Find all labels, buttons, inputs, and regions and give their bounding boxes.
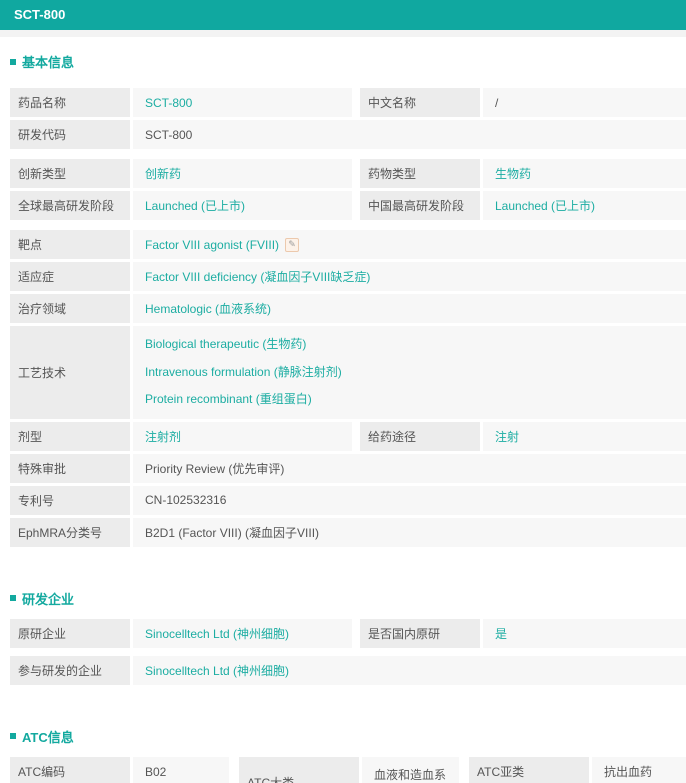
field-label: 特殊审批: [10, 453, 130, 483]
table-row-target: 靶点 Factor VIII agonist (FVIII) ✎: [10, 230, 686, 259]
field-label: ATC大类: [239, 756, 359, 783]
field-value: Sinocelltech Ltd (神州细胞): [133, 655, 686, 685]
patent-number-value: CN-102532316: [145, 493, 227, 507]
table-row-originator: 原研企业 Sinocelltech Ltd (神州细胞) 是否国内原研 是: [10, 618, 686, 648]
field-label: 治疗领域: [10, 294, 130, 323]
originator-company-link[interactable]: Sinocelltech Ltd (神州细胞): [145, 625, 289, 642]
field-label: 中国最高研发阶段: [360, 191, 480, 220]
field-value: 注射: [483, 421, 686, 451]
field-value: 生物药: [483, 159, 686, 188]
table-row-patent: 专利号 CN-102532316: [10, 485, 686, 515]
field-label: 靶点: [10, 230, 130, 259]
table-row-indication: 适应症 Factor VIII deficiency (凝血因子VIII缺乏症): [10, 262, 686, 291]
field-value: Biological therapeutic (生物药) Intravenous…: [133, 326, 686, 419]
atc-class-value: 血液和造血系统用药: [374, 767, 447, 782]
table-row-innovation-type: 创新类型 创新药 药物类型 生物药: [10, 159, 686, 188]
field-label: 研发代码: [10, 120, 130, 149]
ephmra-code-value: B2D1 (Factor VIII) (凝血因子VIII): [145, 525, 320, 540]
edit-icon[interactable]: ✎: [285, 237, 300, 252]
field-label: 药物类型: [360, 159, 480, 188]
section-bullet-icon: [10, 733, 16, 739]
section-title-atc: ATC信息: [10, 727, 686, 746]
admin-route-link[interactable]: 注射: [495, 428, 519, 445]
special-review-value: Priority Review (优先审评): [145, 461, 285, 476]
table-row-technology: 工艺技术 Biological therapeutic (生物药) Intrav…: [10, 326, 686, 419]
section-bullet-icon: [10, 595, 16, 601]
table-row-participants: 参与研发的企业 Sinocelltech Ltd (神州细胞): [10, 655, 686, 685]
field-label: 适应症: [10, 262, 130, 291]
field-label: 创新类型: [10, 159, 130, 188]
field-value: SCT-800: [133, 120, 686, 149]
field-value: 注射剂: [133, 421, 352, 451]
field-value: Launched (已上市): [483, 191, 686, 220]
field-label: 工艺技术: [10, 326, 130, 419]
global-stage-link[interactable]: Launched (已上市): [145, 197, 245, 214]
field-label: 是否国内原研: [360, 618, 480, 648]
technology-link[interactable]: Intravenous formulation (静脉注射剂): [145, 365, 342, 379]
field-label: ATC亚类: [469, 756, 589, 783]
field-value: Launched (已上市): [133, 191, 352, 220]
field-value: Sinocelltech Ltd (神州细胞): [133, 618, 352, 648]
section-bullet-icon: [10, 58, 16, 65]
drug-name-link[interactable]: SCT-800: [145, 96, 192, 110]
therapy-area-link[interactable]: Hematologic (血液系统): [145, 300, 271, 317]
drug-detail-panel: 基本信息 药品名称 SCT-800 中文名称 / 研发代码 SCT-800 创新…: [0, 52, 686, 783]
dosage-form-link[interactable]: 注射剂: [145, 428, 181, 445]
indication-link[interactable]: Factor VIII deficiency (凝血因子VIII缺乏症): [145, 268, 370, 285]
field-label: 药品名称: [10, 88, 130, 117]
field-value: Hematologic (血液系统): [133, 294, 686, 323]
technology-link[interactable]: Protein recombinant (重组蛋白): [145, 392, 312, 406]
field-label: 剂型: [10, 421, 130, 451]
section-title-text: 研发企业: [22, 591, 75, 607]
section-title-basic: 基本信息: [10, 52, 686, 71]
field-label: 中文名称: [360, 88, 480, 117]
china-stage-link[interactable]: Launched (已上市): [495, 197, 595, 214]
field-value: 是: [483, 618, 686, 648]
field-value: B02: [133, 756, 229, 783]
field-value: CN-102532316: [133, 485, 686, 515]
field-value: SCT-800: [133, 88, 352, 117]
table-row-drug-name: 药品名称 SCT-800 中文名称 /: [10, 88, 686, 117]
technology-link[interactable]: Biological therapeutic (生物药): [145, 337, 306, 351]
section-title-text: ATC信息: [22, 729, 74, 745]
field-value: /: [483, 88, 686, 117]
field-label: 给药途径: [360, 421, 480, 451]
page-title: SCT-800: [14, 7, 66, 22]
target-link[interactable]: Factor VIII agonist (FVIII): [145, 238, 279, 252]
table-row-ephmra: EphMRA分类号 B2D1 (Factor VIII) (凝血因子VIII): [10, 517, 686, 547]
field-value: Factor VIII deficiency (凝血因子VIII缺乏症): [133, 262, 686, 291]
innovation-type-link[interactable]: 创新药: [145, 165, 181, 182]
field-label: 专利号: [10, 485, 130, 515]
dev-code-value: SCT-800: [145, 127, 193, 142]
atc-subclass-value: 抗出血药: [604, 765, 653, 779]
atc-code-value: B02: [145, 764, 167, 779]
section-title-companies: 研发企业: [10, 589, 686, 608]
field-value: B2D1 (Factor VIII) (凝血因子VIII): [133, 517, 686, 547]
page-header: SCT-800: [0, 0, 686, 30]
field-label: 原研企业: [10, 618, 130, 648]
field-value: Priority Review (优先审评): [133, 453, 686, 483]
field-value: 抗出血药: [592, 756, 686, 783]
field-value: Factor VIII agonist (FVIII) ✎: [133, 230, 686, 259]
field-value: 血液和造血系统用药: [362, 756, 459, 783]
field-label: EphMRA分类号: [10, 517, 130, 547]
domestic-origin-link[interactable]: 是: [495, 625, 507, 642]
field-value: 创新药: [133, 159, 352, 188]
table-row-special-review: 特殊审批 Priority Review (优先审评): [10, 453, 686, 483]
drug-type-link[interactable]: 生物药: [495, 165, 531, 182]
section-title-text: 基本信息: [22, 55, 75, 70]
field-label: 参与研发的企业: [10, 655, 130, 685]
chinese-name-value: /: [495, 95, 499, 110]
participant-company-link[interactable]: Sinocelltech Ltd (神州细胞): [145, 662, 289, 679]
table-row-atc: ATC编码 B02 ATC大类 血液和造血系统用药 ATC亚类 抗出血药: [10, 756, 686, 783]
table-row-dev-stage: 全球最高研发阶段 Launched (已上市) 中国最高研发阶段 Launche…: [10, 191, 686, 220]
table-row-dev-code: 研发代码 SCT-800: [10, 120, 686, 149]
table-row-dosage-form: 剂型 注射剂 给药途径 注射: [10, 421, 686, 451]
table-row-therapy-area: 治疗领域 Hematologic (血液系统): [10, 294, 686, 323]
field-label: 全球最高研发阶段: [10, 191, 130, 220]
field-label: ATC编码: [10, 756, 130, 783]
header-divider: [0, 30, 686, 37]
